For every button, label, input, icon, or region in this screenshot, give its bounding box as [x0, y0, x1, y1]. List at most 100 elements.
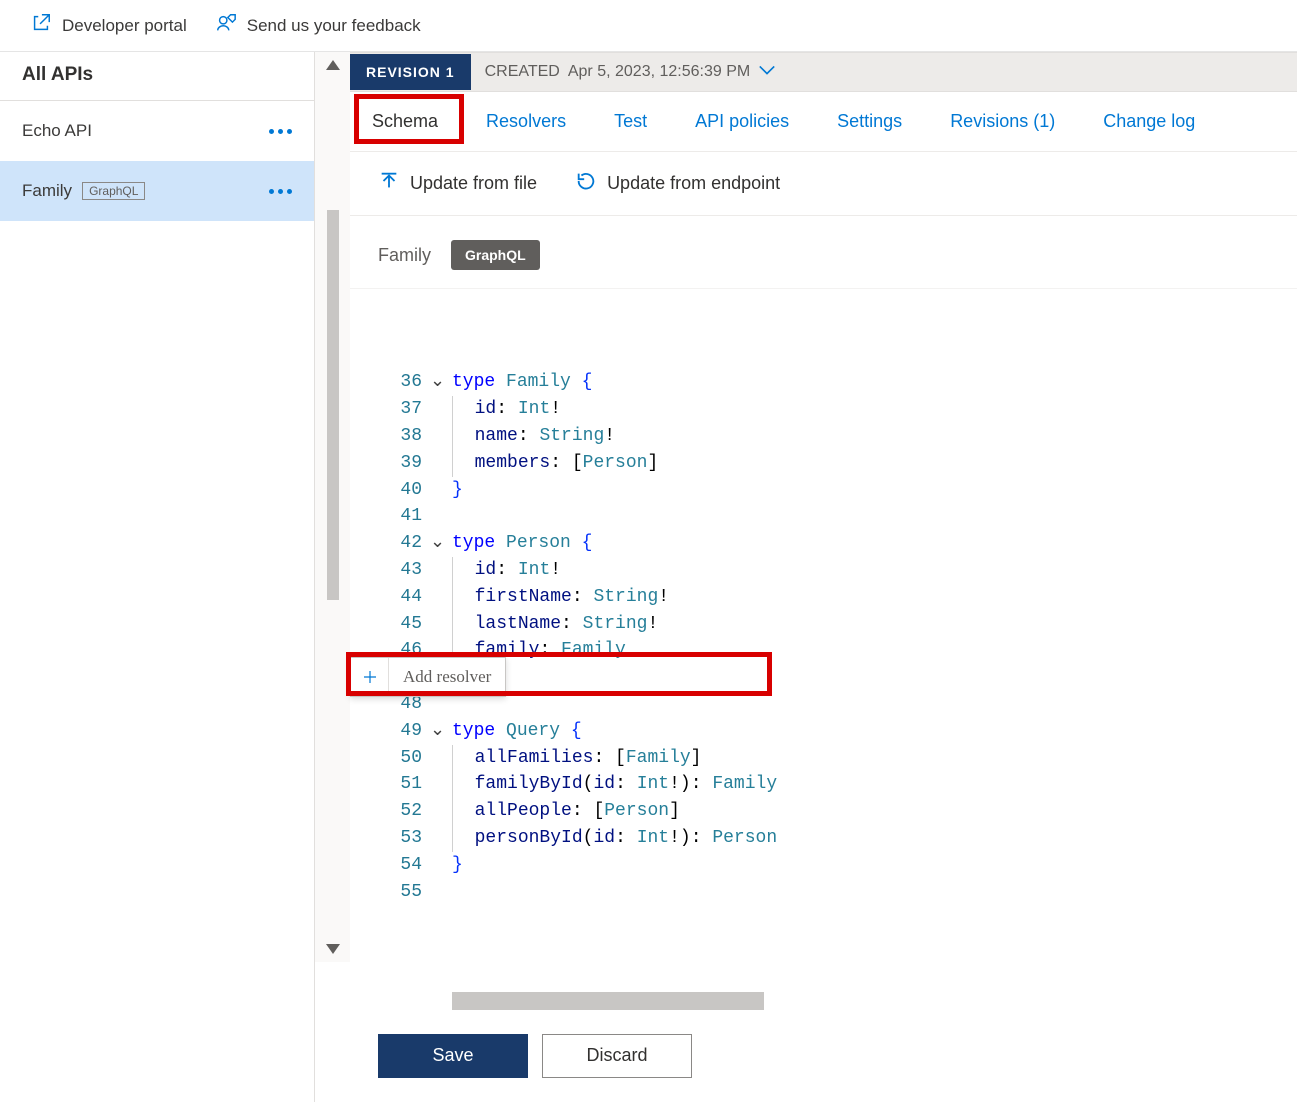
- save-button[interactable]: Save: [378, 1034, 528, 1078]
- update-from-file-button[interactable]: Update from file: [378, 170, 537, 197]
- fold-icon[interactable]: ⌄: [430, 718, 452, 745]
- api-item-label: Family: [22, 181, 72, 201]
- line-number: 38: [350, 423, 430, 450]
- revision-created-value: Apr 5, 2023, 12:56:39 PM: [568, 63, 750, 81]
- revision-dropdown[interactable]: CREATED Apr 5, 2023, 12:56:39 PM: [471, 63, 777, 81]
- developer-portal-label: Developer portal: [62, 16, 187, 36]
- api-item-family[interactable]: Family GraphQL: [0, 161, 314, 221]
- discard-button[interactable]: Discard: [542, 1034, 692, 1078]
- tab-test[interactable]: Test: [614, 111, 647, 132]
- schema-editor[interactable]: 36⌄type Family {37 id: Int!38 name: Stri…: [350, 288, 1297, 992]
- scroll-up-icon[interactable]: [326, 60, 340, 70]
- fold-spacer: [430, 879, 452, 906]
- code-line[interactable]: 53 personById(id: Int!): Person: [350, 825, 1297, 852]
- scroll-thumb[interactable]: [327, 210, 339, 600]
- top-bar: Developer portal Send us your feedback: [0, 0, 1297, 52]
- ellipsis-icon[interactable]: [269, 129, 292, 134]
- code-line[interactable]: 43 id: Int!: [350, 557, 1297, 584]
- sidebar-title: All APIs: [0, 52, 314, 101]
- line-number: 37: [350, 396, 430, 423]
- code-line[interactable]: 50 allFamilies: [Family]: [350, 745, 1297, 772]
- code-content: familyById(id: Int!): Family: [452, 771, 777, 798]
- fold-spacer: [430, 584, 452, 611]
- api-item-tag: GraphQL: [82, 182, 145, 200]
- code-line[interactable]: 45 lastName: String!: [350, 611, 1297, 638]
- fold-spacer: [430, 423, 452, 450]
- fold-icon[interactable]: ⌄: [430, 369, 452, 396]
- fold-spacer: [430, 557, 452, 584]
- fold-spacer: [430, 503, 452, 530]
- api-item-label: Echo API: [22, 121, 92, 141]
- api-sidebar: All APIs Echo API Family GraphQL: [0, 52, 315, 1102]
- line-number: 39: [350, 450, 430, 477]
- fold-icon[interactable]: ⌄: [430, 530, 452, 557]
- api-name: Family: [378, 245, 431, 266]
- code-line[interactable]: 39 members: [Person]: [350, 450, 1297, 477]
- code-line[interactable]: 44 firstName: String!: [350, 584, 1297, 611]
- sidebar-scrollgutter: [315, 52, 350, 962]
- fold-spacer: [430, 450, 452, 477]
- tab-resolvers[interactable]: Resolvers: [486, 111, 566, 132]
- line-number: 42: [350, 530, 430, 557]
- fold-spacer: [430, 771, 452, 798]
- revision-badge: REVISION 1: [350, 54, 471, 90]
- code-content: id: Int!: [452, 557, 561, 584]
- line-number: 43: [350, 557, 430, 584]
- code-content: personById(id: Int!): Person: [452, 825, 777, 852]
- code-content: }: [452, 477, 463, 504]
- code-content: type Query {: [452, 718, 582, 745]
- scroll-down-icon[interactable]: [326, 944, 340, 954]
- code-content: name: String!: [452, 423, 615, 450]
- code-line[interactable]: 54}: [350, 852, 1297, 879]
- code-content: allFamilies: [Family]: [452, 745, 701, 772]
- line-number: 40: [350, 477, 430, 504]
- fold-spacer: [430, 477, 452, 504]
- code-line[interactable]: 42⌄type Person {: [350, 530, 1297, 557]
- fold-spacer: [430, 396, 452, 423]
- line-number: 52: [350, 798, 430, 825]
- line-number: 45: [350, 611, 430, 638]
- revision-created-label: CREATED: [485, 63, 560, 81]
- code-content: allPeople: [Person]: [452, 798, 680, 825]
- api-title-row: Family GraphQL: [350, 216, 1297, 288]
- editor-horizontal-scrollbar[interactable]: [452, 992, 764, 1010]
- tab-revisions[interactable]: Revisions (1): [950, 111, 1055, 132]
- fold-spacer: [430, 798, 452, 825]
- api-item-echo[interactable]: Echo API: [0, 101, 314, 161]
- annotation-resolver-highlight: [346, 652, 772, 696]
- code-line[interactable]: 40}: [350, 477, 1297, 504]
- tab-settings[interactable]: Settings: [837, 111, 902, 132]
- developer-portal-link[interactable]: Developer portal: [30, 12, 187, 39]
- update-from-file-label: Update from file: [410, 173, 537, 194]
- line-number: 36: [350, 369, 430, 396]
- main-panel: REVISION 1 CREATED Apr 5, 2023, 12:56:39…: [350, 52, 1297, 1102]
- feedback-link[interactable]: Send us your feedback: [215, 12, 421, 39]
- code-line[interactable]: 52 allPeople: [Person]: [350, 798, 1297, 825]
- code-line[interactable]: 55: [350, 879, 1297, 906]
- code-line[interactable]: 51 familyById(id: Int!): Family: [350, 771, 1297, 798]
- tab-change-log[interactable]: Change log: [1103, 111, 1195, 132]
- refresh-icon: [575, 170, 597, 197]
- ellipsis-icon[interactable]: [269, 189, 292, 194]
- upload-icon: [378, 170, 400, 197]
- update-from-endpoint-button[interactable]: Update from endpoint: [575, 170, 780, 197]
- code-content: id: Int!: [452, 396, 561, 423]
- code-line[interactable]: 41: [350, 503, 1297, 530]
- annotation-schema-highlight: [354, 94, 464, 144]
- fold-spacer: [430, 825, 452, 852]
- line-number: 54: [350, 852, 430, 879]
- line-number: 49: [350, 718, 430, 745]
- line-number: 51: [350, 771, 430, 798]
- fold-spacer: [430, 745, 452, 772]
- tab-api-policies[interactable]: API policies: [695, 111, 789, 132]
- code-content: type Family {: [452, 369, 592, 396]
- tabs: Schema Resolvers Test API policies Setti…: [350, 92, 1297, 152]
- code-line[interactable]: 37 id: Int!: [350, 396, 1297, 423]
- code-line[interactable]: 36⌄type Family {: [350, 369, 1297, 396]
- code-line[interactable]: 38 name: String!: [350, 423, 1297, 450]
- graphql-tag: GraphQL: [451, 240, 540, 270]
- line-number: 44: [350, 584, 430, 611]
- footer-buttons: Save Discard: [350, 1010, 1297, 1102]
- feedback-icon: [215, 12, 237, 39]
- code-line[interactable]: 49⌄type Query {: [350, 718, 1297, 745]
